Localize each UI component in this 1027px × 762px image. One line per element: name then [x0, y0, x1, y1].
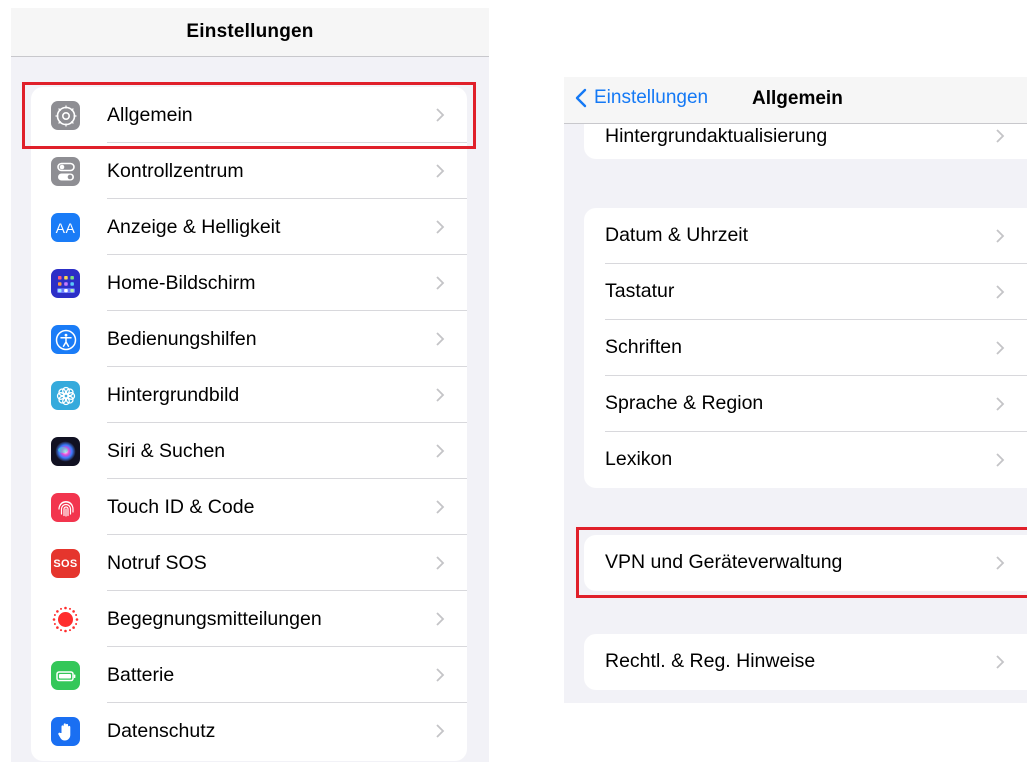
settings-item-label: Rechtl. & Reg. Hinweise [605, 650, 816, 672]
page-title: Einstellungen [186, 21, 314, 42]
chevron-right-icon [436, 668, 445, 682]
settings-item-sprache-region[interactable]: Sprache & Region [584, 376, 1027, 432]
highlight-frame-allgemein [22, 82, 476, 149]
chevron-right-icon [436, 276, 445, 290]
settings-item-schriften[interactable]: Schriften [584, 320, 1027, 376]
settings-item-begegnungsmitteilungen[interactable]: Begegnungsmitteilungen [31, 591, 467, 647]
settings-item-label: Hintergrundbild [107, 383, 240, 406]
chevron-right-icon [436, 332, 445, 346]
settings-item-label: Lexikon [605, 448, 673, 470]
flower-icon [51, 381, 80, 410]
settings-item-tastatur[interactable]: Tastatur [584, 264, 1027, 320]
settings-item-label: Kontrollzentrum [107, 159, 244, 182]
chevron-right-icon [436, 724, 445, 738]
general-settings-panel: Hintergrundaktualisierung Datum & Uhrzei… [564, 77, 1027, 703]
chevron-right-icon [436, 612, 445, 626]
settings-item-datum-uhrzeit[interactable]: Datum & Uhrzeit [584, 208, 1027, 264]
settings-item-datenschutz[interactable]: Datenschutz [31, 703, 467, 759]
highlight-frame-vpn [576, 527, 1027, 598]
settings-item-label: Bedienungshilfen [107, 327, 257, 350]
settings-item-bedienungshilfen[interactable]: Bedienungshilfen [31, 311, 467, 367]
battery-icon [51, 661, 80, 690]
settings-item-batterie[interactable]: Batterie [31, 647, 467, 703]
back-button-label: Einstellungen [594, 87, 709, 108]
chevron-right-icon [436, 500, 445, 514]
settings-item-label: Siri & Suchen [107, 439, 226, 462]
chevron-right-icon [996, 453, 1005, 467]
chevron-right-icon [996, 285, 1005, 299]
settings-item-label: Schriften [605, 336, 682, 358]
settings-list: Allgemein Kontrollzentrum AA Anzeige & H… [31, 87, 467, 761]
hand-icon [51, 717, 80, 746]
settings-group: Rechtl. & Reg. Hinweise [584, 634, 1027, 690]
settings-item-label: Hintergrundaktualisierung [605, 125, 828, 147]
siri-icon [51, 437, 80, 466]
chevron-right-icon [436, 444, 445, 458]
settings-item-label: Touch ID & Code [107, 495, 255, 518]
chevron-right-icon [436, 388, 445, 402]
chevron-right-icon [436, 556, 445, 570]
toggles-icon [51, 157, 80, 186]
settings-item-touch-id-code[interactable]: Touch ID & Code [31, 479, 467, 535]
app-grid-icon [51, 269, 80, 298]
settings-item-label: Begegnungsmitteilungen [107, 607, 322, 630]
settings-item-kontrollzentrum[interactable]: Kontrollzentrum [31, 143, 467, 199]
chevron-right-icon [996, 129, 1005, 143]
chevron-right-icon [996, 397, 1005, 411]
settings-item-label: Home-Bildschirm [107, 271, 256, 294]
fingerprint-icon [51, 493, 80, 522]
sos-icon: SOS [51, 549, 80, 578]
chevron-right-icon [996, 341, 1005, 355]
settings-group: Datum & Uhrzeit Tastatur Schriften Sprac… [584, 208, 1027, 488]
settings-item-label: Batterie [107, 663, 175, 686]
settings-item-siri-suchen[interactable]: Siri & Suchen [31, 423, 467, 479]
settings-item-home-bildschirm[interactable]: Home-Bildschirm [31, 255, 467, 311]
chevron-left-icon [575, 88, 587, 108]
nav-bar: Einstellungen Allgemein [564, 77, 1027, 124]
exposure-notification-icon [51, 605, 80, 634]
settings-item-anzeige-helligkeit[interactable]: AA Anzeige & Helligkeit [31, 199, 467, 255]
settings-item-label: Datum & Uhrzeit [605, 224, 749, 246]
settings-item-notruf-sos[interactable]: SOS Notruf SOS [31, 535, 467, 591]
settings-item-lexikon[interactable]: Lexikon [584, 432, 1027, 488]
settings-item-label: Tastatur [605, 280, 675, 302]
settings-item-label: Anzeige & Helligkeit [107, 215, 281, 238]
settings-item-rechtliche-hinweise[interactable]: Rechtl. & Reg. Hinweise [584, 634, 1027, 690]
text-size-icon: AA [51, 213, 80, 242]
page-title: Allgemein [752, 88, 843, 109]
chevron-right-icon [436, 220, 445, 234]
settings-item-label: Sprache & Region [605, 392, 764, 414]
accessibility-icon [51, 325, 80, 354]
chevron-right-icon [996, 229, 1005, 243]
nav-bar: Einstellungen [11, 8, 489, 57]
settings-item-label: Notruf SOS [107, 551, 207, 574]
chevron-right-icon [436, 164, 445, 178]
chevron-right-icon [996, 655, 1005, 669]
back-button[interactable]: Einstellungen [574, 87, 708, 109]
settings-item-hintergrundbild[interactable]: Hintergrundbild [31, 367, 467, 423]
settings-item-label: Datenschutz [107, 719, 216, 742]
